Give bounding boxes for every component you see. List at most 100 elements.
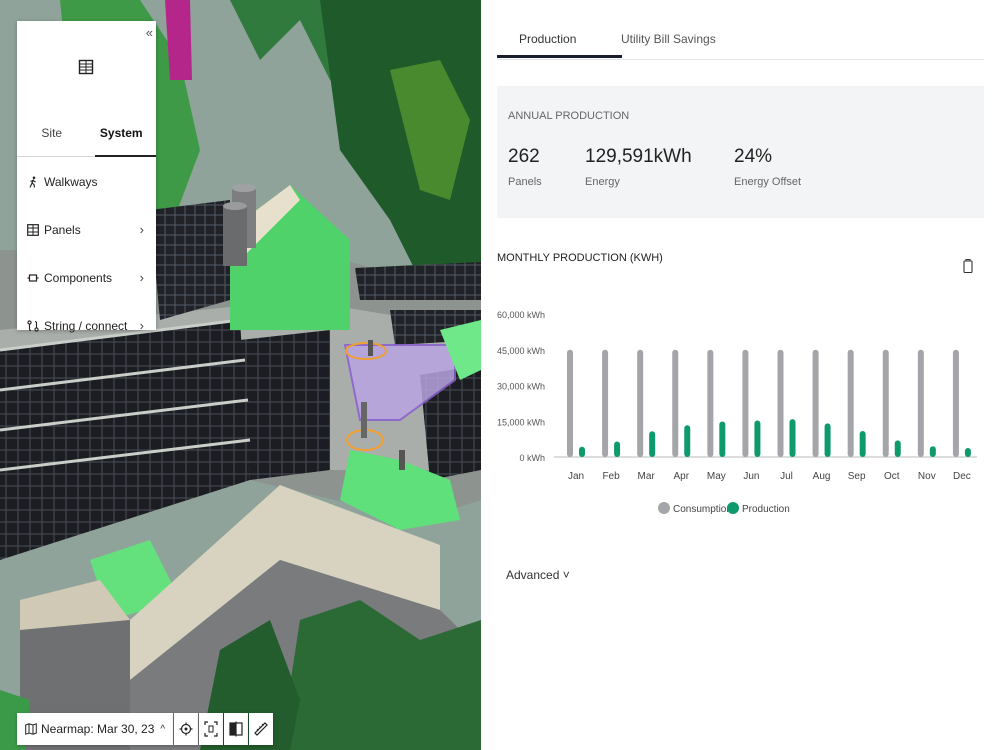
x-tick-label: Nov	[918, 471, 936, 482]
annual-production-heading: ANNUAL PRODUCTION	[508, 110, 630, 122]
x-tick-label: Jan	[568, 471, 584, 482]
consumption-bar	[567, 349, 573, 457]
walker-icon	[29, 176, 36, 188]
monthly-production-title: MONTHLY PRODUCTION (KWH)	[497, 252, 663, 264]
y-tick-label: 15,000 kWh	[497, 417, 545, 427]
legend-label: Consumption	[673, 504, 732, 515]
legend-production-marker	[727, 502, 739, 514]
stat-value: 129,591kWh	[585, 146, 692, 167]
stat-value: 262	[508, 146, 540, 167]
map-bottom-toolbar: Nearmap: Mar 30, 23 ^	[17, 713, 274, 745]
tab-system[interactable]: System	[87, 119, 157, 157]
chevron-right-icon: ›	[139, 270, 144, 285]
x-tick-label: Jun	[743, 471, 759, 482]
chevron-up-icon: ^	[160, 723, 166, 735]
compare-icon	[229, 721, 243, 737]
consumption-bar	[637, 349, 644, 457]
system-side-panel: « Site System Walkways Panels › Componen…	[17, 21, 156, 333]
imagery-source-selector[interactable]: Nearmap: Mar 30, 23 ^	[17, 713, 174, 745]
menu-item-string-connect[interactable]: String / connect ›	[17, 302, 156, 350]
x-tick-label: May	[707, 471, 726, 482]
consumption-bar	[672, 349, 679, 457]
measure-button[interactable]	[249, 713, 274, 745]
chevron-right-icon: ›	[139, 222, 144, 237]
fit-view-button[interactable]	[199, 713, 224, 745]
string-icon	[27, 320, 39, 332]
production-bar	[929, 446, 936, 457]
consumption-bar	[847, 349, 854, 457]
consumption-bar	[952, 349, 959, 457]
menu-item-label: String / connect	[44, 319, 128, 333]
chevron-right-icon: ›	[139, 318, 144, 333]
menu-item-panels[interactable]: Panels ›	[17, 206, 156, 254]
menu-item-components[interactable]: Components ›	[17, 254, 156, 302]
production-bar	[579, 446, 585, 457]
stat-label: Energy	[585, 176, 620, 188]
grid-icon	[27, 224, 39, 236]
advanced-toggle[interactable]: Advanced ˅	[506, 568, 570, 582]
x-tick-label: Mar	[638, 471, 656, 482]
consumption-bar	[812, 349, 819, 457]
menu-item-label: Components	[44, 271, 113, 285]
copy-icon[interactable]	[962, 258, 974, 274]
consumption-bar	[602, 349, 609, 457]
stat-value: 24%	[734, 146, 773, 167]
tab-utility-bill-savings[interactable]: Utility Bill Savings	[621, 32, 716, 46]
production-bar	[614, 441, 621, 457]
production-bar	[789, 419, 796, 457]
production-bar	[824, 423, 831, 457]
y-tick-label: 30,000 kWh	[497, 382, 545, 392]
legend-label: Production	[742, 504, 790, 515]
active-tab-indicator	[497, 55, 622, 58]
y-tick-label: 60,000 kWh	[497, 310, 545, 320]
production-bar	[754, 420, 761, 457]
monthly-production-chart: 0 kWh 15,000 kWh 30,000 kWh 45,000 kWh 60,00…	[497, 310, 977, 515]
stat-energy-offset: 24% Energy Offset	[734, 146, 801, 188]
side-panel-tabs: Site System	[17, 119, 156, 157]
imagery-date-label: Nearmap: Mar 30, 23	[41, 722, 155, 736]
consumption-bar	[742, 349, 749, 457]
x-tick-label: Feb	[602, 471, 620, 482]
collapse-panel-icon[interactable]: «	[146, 25, 153, 40]
consumption-bar	[777, 349, 784, 457]
production-bar	[894, 440, 901, 457]
fit-view-icon	[204, 721, 218, 737]
tab-production[interactable]: Production	[519, 32, 576, 46]
stat-label: Panels	[508, 176, 542, 188]
production-bar	[964, 447, 971, 457]
locate-button[interactable]	[174, 713, 199, 745]
tab-site[interactable]: Site	[17, 119, 87, 156]
map-viewport[interactable]: « Site System Walkways Panels › Componen…	[0, 0, 481, 750]
x-tick-label: Aug	[813, 471, 831, 482]
production-pane: Production Utility Bill Savings ANNUAL P…	[481, 0, 1000, 750]
menu-item-label: Panels	[44, 223, 81, 237]
compare-button[interactable]	[224, 713, 249, 745]
panel-grid-icon	[78, 59, 94, 75]
annual-production-card: ANNUAL PRODUCTION 262 Panels 129,591kWh …	[497, 86, 984, 218]
production-bar	[719, 421, 726, 457]
x-tick-label: Jul	[780, 471, 793, 482]
menu-item-walkways[interactable]: Walkways	[17, 158, 156, 206]
stat-label: Energy Offset	[734, 176, 802, 188]
ruler-icon	[254, 722, 268, 736]
stat-panels: 262 Panels	[508, 146, 542, 188]
legend-consumption-marker	[658, 502, 670, 514]
production-bar	[649, 431, 656, 457]
y-tick-label: 45,000 kWh	[497, 346, 545, 356]
locate-icon	[179, 722, 193, 736]
menu-item-label: Walkways	[44, 175, 98, 189]
stat-energy: 129,591kWh Energy	[585, 146, 692, 188]
y-tick-label: 0 kWh	[519, 453, 545, 463]
consumption-bar	[917, 349, 924, 457]
consumption-bar	[882, 349, 889, 457]
x-tick-label: Oct	[884, 471, 900, 482]
production-tabs: Production Utility Bill Savings	[497, 0, 984, 60]
x-tick-label: Apr	[673, 471, 689, 482]
production-bar	[684, 425, 691, 457]
consumption-bar	[707, 349, 714, 457]
x-tick-label: Dec	[953, 471, 971, 482]
map-icon	[25, 723, 37, 735]
x-tick-label: Sep	[848, 471, 866, 482]
component-icon	[27, 274, 39, 282]
production-bar	[859, 431, 866, 457]
